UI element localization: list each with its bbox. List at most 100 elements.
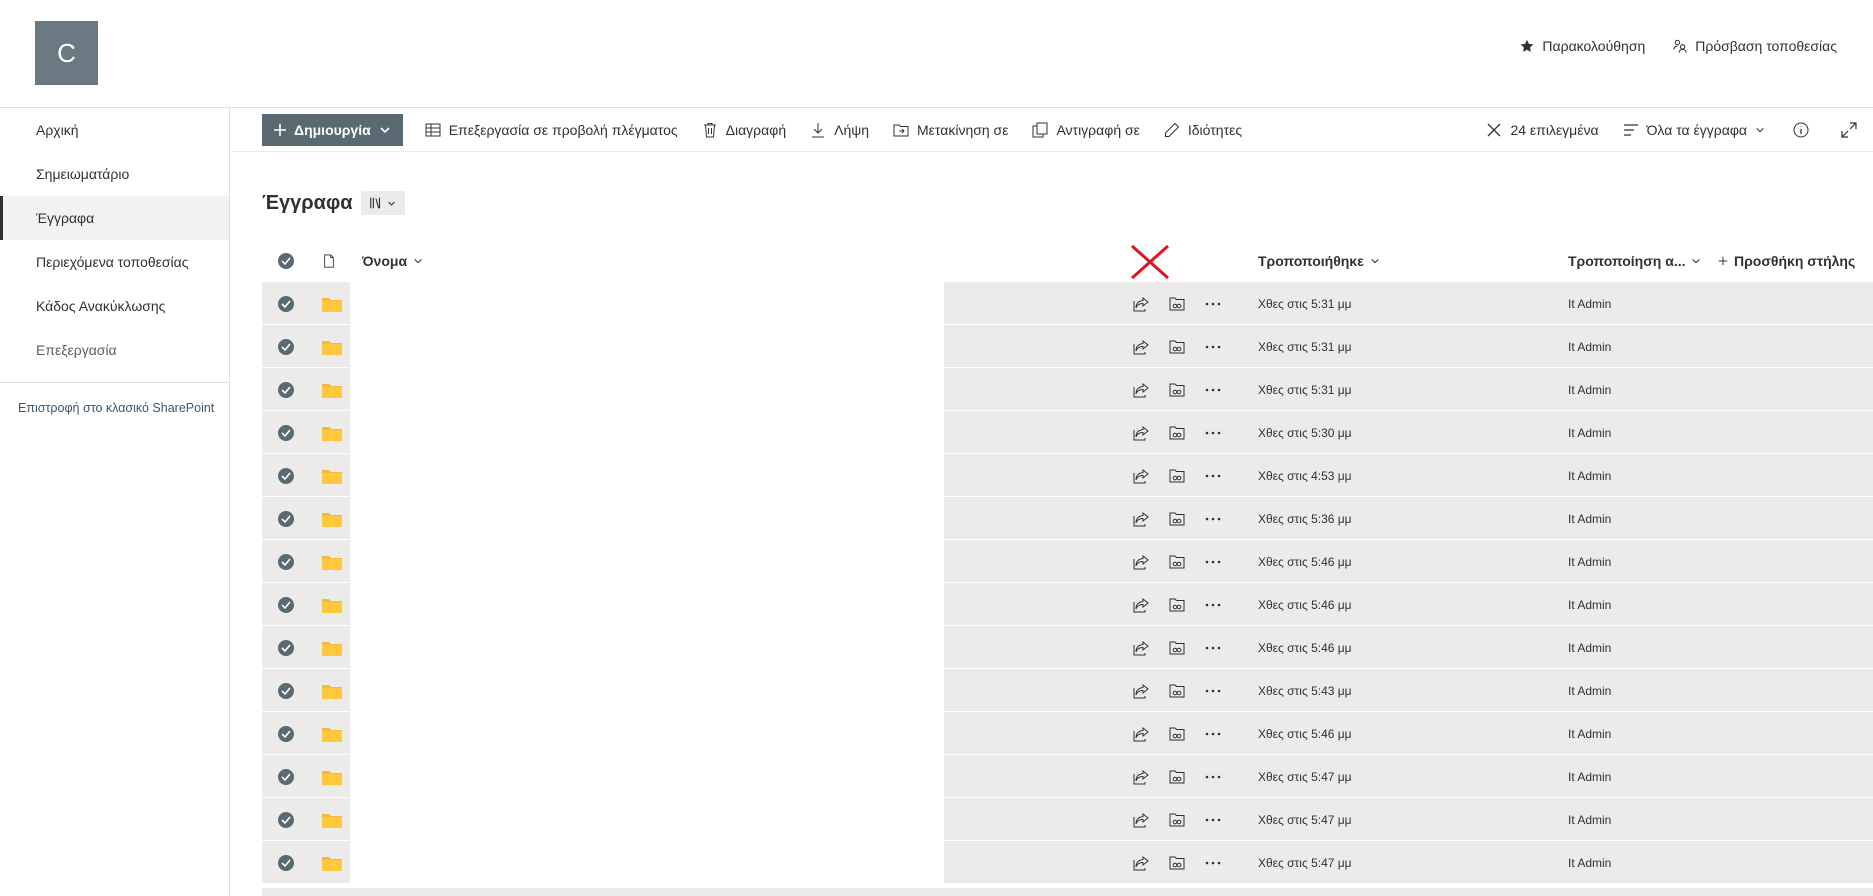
share-button[interactable]: [1132, 596, 1150, 614]
copy-link-button[interactable]: [1168, 768, 1186, 786]
nav-item-0[interactable]: Αρχική: [0, 108, 229, 152]
row-checkbox[interactable]: [277, 540, 295, 583]
row-checkbox[interactable]: [277, 712, 295, 755]
more-actions-button[interactable]: [1204, 725, 1222, 743]
row-checkbox[interactable]: [277, 325, 295, 368]
row-modified-by[interactable]: It Admin: [1568, 497, 1611, 540]
row-modified-by[interactable]: It Admin: [1568, 755, 1611, 798]
share-button[interactable]: [1132, 811, 1150, 829]
share-button[interactable]: [1132, 768, 1150, 786]
copy-link-button[interactable]: [1168, 639, 1186, 657]
folder-icon: [322, 684, 342, 699]
row-checkbox[interactable]: [277, 497, 295, 540]
nav-item-3[interactable]: Περιεχόμενα τοποθεσίας: [0, 240, 229, 284]
row-modified-by[interactable]: It Admin: [1568, 669, 1611, 712]
more-actions-button[interactable]: [1204, 338, 1222, 356]
copy-link-button[interactable]: [1168, 553, 1186, 571]
share-button[interactable]: [1132, 725, 1150, 743]
more-actions-button[interactable]: [1204, 854, 1222, 872]
row-modified-by[interactable]: It Admin: [1568, 368, 1611, 411]
share-button[interactable]: [1132, 639, 1150, 657]
row-checkbox[interactable]: [277, 454, 295, 497]
download-button[interactable]: Λήψη: [798, 114, 881, 146]
more-actions-button[interactable]: [1204, 295, 1222, 313]
clear-selection-button[interactable]: 24 επιλεγμένα: [1474, 114, 1610, 146]
share-button[interactable]: [1132, 854, 1150, 872]
more-actions-button[interactable]: [1204, 811, 1222, 829]
site-access-button[interactable]: Πρόσβαση τοποθεσίας: [1673, 38, 1837, 54]
share-button[interactable]: [1132, 510, 1150, 528]
copy-link-button[interactable]: [1168, 295, 1186, 313]
copy-link-button[interactable]: [1168, 854, 1186, 872]
fullscreen-button[interactable]: [1825, 114, 1873, 146]
more-actions-button[interactable]: [1204, 467, 1222, 485]
row-modified-by[interactable]: It Admin: [1568, 325, 1611, 368]
more-actions-button[interactable]: [1204, 381, 1222, 399]
row-modified-by[interactable]: It Admin: [1568, 454, 1611, 497]
properties-button[interactable]: Ιδιότητες: [1152, 114, 1254, 146]
copy-link-button[interactable]: [1168, 682, 1186, 700]
row-modified-by[interactable]: It Admin: [1568, 841, 1611, 884]
copy-link-button[interactable]: [1168, 338, 1186, 356]
more-actions-button[interactable]: [1204, 596, 1222, 614]
row-checkbox[interactable]: [277, 282, 295, 325]
share-button[interactable]: [1132, 295, 1150, 313]
file-type-header[interactable]: [322, 240, 336, 282]
row-modified-by[interactable]: It Admin: [1568, 282, 1611, 325]
row-modified-by[interactable]: It Admin: [1568, 583, 1611, 626]
name-column-header[interactable]: Όνομα: [362, 240, 423, 282]
copy-link-button[interactable]: [1168, 596, 1186, 614]
more-actions-button[interactable]: [1204, 424, 1222, 442]
row-modified-by[interactable]: It Admin: [1568, 411, 1611, 454]
add-column-button[interactable]: Προσθήκη στήλης: [1718, 240, 1855, 282]
delete-button[interactable]: Διαγραφή: [690, 114, 798, 146]
copy-link-button[interactable]: [1168, 467, 1186, 485]
row-checkbox[interactable]: [277, 798, 295, 841]
copy-link-button[interactable]: [1168, 424, 1186, 442]
return-to-classic-link[interactable]: Επιστροφή στο κλασικό SharePoint: [0, 401, 229, 415]
copy-link-button[interactable]: [1168, 811, 1186, 829]
share-button[interactable]: [1132, 424, 1150, 442]
row-modified-by[interactable]: It Admin: [1568, 626, 1611, 669]
row-checkbox[interactable]: [277, 583, 295, 626]
grid-edit-button[interactable]: Επεξεργασία σε προβολή πλέγματος: [413, 114, 690, 146]
nav-edit-link[interactable]: Επεξεργασία: [0, 328, 229, 372]
info-button[interactable]: [1777, 114, 1825, 146]
move-to-button[interactable]: Μετακίνηση σε: [881, 114, 1020, 146]
new-button[interactable]: Δημιουργία: [262, 113, 403, 146]
copy-link-button[interactable]: [1168, 510, 1186, 528]
row-checkbox[interactable]: [277, 755, 295, 798]
row-checkbox[interactable]: [277, 626, 295, 669]
library-view-switcher[interactable]: [360, 191, 405, 215]
row-checkbox[interactable]: [277, 669, 295, 712]
nav-item-1[interactable]: Σημειωματάριο: [0, 152, 229, 196]
row-modified-by[interactable]: It Admin: [1568, 798, 1611, 841]
copy-link-button[interactable]: [1168, 725, 1186, 743]
select-all-checkbox[interactable]: [277, 240, 295, 282]
more-actions-button[interactable]: [1204, 510, 1222, 528]
share-button[interactable]: [1132, 338, 1150, 356]
more-actions-button[interactable]: [1204, 768, 1222, 786]
row-checkbox[interactable]: [277, 368, 295, 411]
modified-column-header[interactable]: Τροποποιήθηκε: [1258, 240, 1380, 282]
share-button[interactable]: [1132, 553, 1150, 571]
view-selector[interactable]: Όλα τα έγγραφα: [1611, 114, 1777, 146]
row-modified-by[interactable]: It Admin: [1568, 712, 1611, 755]
nav-item-4[interactable]: Κάδος Ανακύκλωσης: [0, 284, 229, 328]
share-button[interactable]: [1132, 467, 1150, 485]
row-modified-by[interactable]: It Admin: [1568, 540, 1611, 583]
copy-link-button[interactable]: [1168, 381, 1186, 399]
site-logo[interactable]: C: [35, 21, 98, 85]
share-button[interactable]: [1132, 381, 1150, 399]
share-button[interactable]: [1132, 682, 1150, 700]
more-actions-button[interactable]: [1204, 553, 1222, 571]
more-actions-button[interactable]: [1204, 682, 1222, 700]
row-checkbox[interactable]: [277, 411, 295, 454]
copy-to-button[interactable]: Αντιγραφή σε: [1020, 114, 1151, 146]
nav-item-2[interactable]: Έγγραφα: [0, 196, 229, 240]
copy-link-icon: [1169, 469, 1185, 482]
row-checkbox[interactable]: [277, 841, 295, 884]
more-actions-button[interactable]: [1204, 639, 1222, 657]
modified-by-column-header[interactable]: Τροποποίηση α...: [1568, 240, 1701, 282]
follow-button[interactable]: Παρακολούθηση: [1520, 38, 1645, 54]
